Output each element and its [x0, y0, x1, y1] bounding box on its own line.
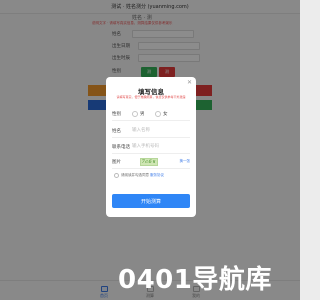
gender-female-radio[interactable]: 女: [155, 110, 168, 118]
agreement-text: 请阅读并勾选同意: [121, 173, 149, 177]
name-input[interactable]: [132, 126, 184, 135]
gender-option-label: 男: [140, 112, 145, 117]
agreement-link[interactable]: 服务协议: [150, 173, 164, 178]
gender-male-radio[interactable]: 男: [132, 110, 145, 118]
radio-circle-icon: [132, 111, 138, 117]
name-row: 姓名: [112, 124, 190, 138]
captcha-refresh-link[interactable]: 换一张: [180, 159, 191, 164]
name-label: 姓名: [112, 129, 121, 134]
gender-row: 性别 男 女: [112, 107, 190, 121]
info-modal: ✕ 填写信息 请填写真实，便于准确测算，信息仅供参考不外泄露 性别 男 女 姓名…: [106, 77, 196, 217]
phone-input[interactable]: [132, 142, 184, 151]
captcha-image[interactable]: 7c6∨: [140, 158, 158, 166]
phone-label: 联系电话: [112, 145, 130, 150]
agreement-row: 请阅读并勾选同意 服务协议: [114, 173, 164, 178]
watermark-text: 0401导航库: [118, 265, 272, 295]
agreement-checkbox[interactable]: [114, 173, 119, 178]
captcha-label: 图片: [112, 160, 121, 165]
captcha-row: 图片 7c6∨ 换一张: [112, 155, 190, 169]
start-button[interactable]: 开始测算: [112, 194, 190, 208]
radio-circle-icon: [155, 111, 161, 117]
modal-hint: 请填写真实，便于准确测算，信息仅供参考不外泄露: [116, 95, 186, 99]
gender-label: 性别: [112, 112, 121, 117]
phone-row: 联系电话: [112, 140, 190, 154]
gender-option-label: 女: [163, 112, 168, 117]
